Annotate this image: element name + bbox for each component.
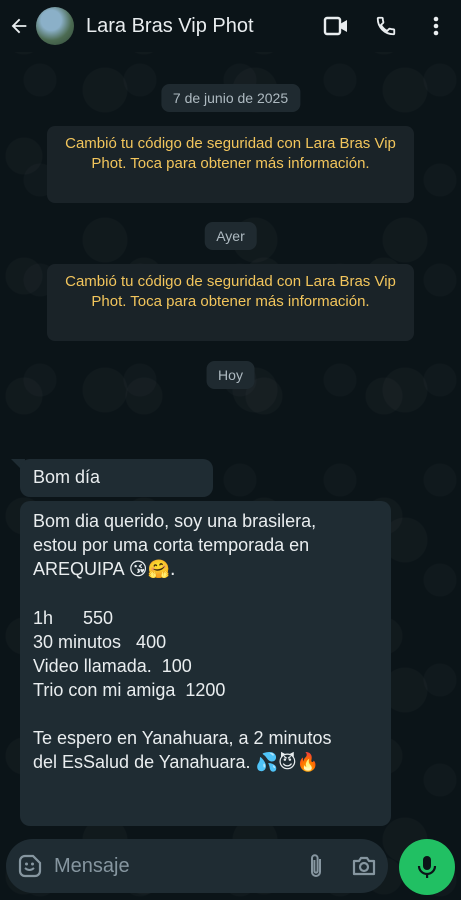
- camera-icon: [352, 856, 376, 876]
- chat-header: Lara Bras Vip Phot: [0, 0, 461, 52]
- message-text: estou por uma corta temporada en: [33, 535, 310, 555]
- message-text: Bom día: [33, 467, 101, 487]
- back-button[interactable]: [0, 0, 38, 52]
- price-line: Trio con mi amiga 1200: [33, 680, 226, 700]
- emoji-button[interactable]: [6, 839, 54, 893]
- mic-icon: [417, 856, 437, 878]
- message-text: AREQUIPA 😘🤗.: [33, 559, 176, 580]
- emoji-sweat-devil-fire: 💦😈🔥: [255, 752, 320, 773]
- emoji-kiss-hug: 😘🤗.: [128, 559, 176, 580]
- call-button[interactable]: [361, 0, 411, 52]
- video-call-button[interactable]: [311, 0, 361, 52]
- camera-button[interactable]: [340, 839, 388, 893]
- message-composer: Mensaje: [6, 839, 388, 893]
- message-text: del EsSalud de Yanahuara. 💦😈🔥: [33, 752, 320, 773]
- security-notice[interactable]: Cambió tu código de seguridad con Lara B…: [47, 264, 414, 341]
- contact-name[interactable]: Lara Bras Vip Phot: [86, 15, 311, 38]
- message-bubble[interactable]: Bom dia querido, soy una brasilera, esto…: [20, 501, 391, 826]
- price-line: 1h 550: [33, 608, 114, 628]
- emoji-icon: [18, 854, 42, 878]
- menu-button[interactable]: [411, 0, 461, 52]
- date-separator: Hoy: [206, 361, 255, 389]
- phone-icon: [376, 16, 396, 36]
- voice-message-button[interactable]: [399, 839, 455, 895]
- attach-button[interactable]: [292, 839, 340, 893]
- message-text: Bom dia querido, soy una brasilera,: [33, 511, 317, 531]
- price-line: Video llamada. 100: [33, 656, 192, 676]
- message-bubble[interactable]: Bom día: [20, 459, 213, 497]
- message-input[interactable]: Mensaje: [54, 855, 292, 878]
- date-separator: 7 de junio de 2025: [160, 84, 301, 112]
- avatar[interactable]: [36, 7, 74, 45]
- message-text: Te espero en Yanahuara, a 2 minutos: [33, 728, 332, 748]
- price-line: 30 minutos 400: [33, 632, 167, 652]
- more-vertical-icon: [433, 16, 439, 36]
- video-call-icon: [323, 16, 347, 36]
- arrow-left-icon: [11, 18, 27, 34]
- date-separator: Ayer: [204, 222, 257, 250]
- paperclip-icon: [311, 854, 321, 877]
- security-notice[interactable]: Cambió tu código de seguridad con Lara B…: [47, 126, 414, 203]
